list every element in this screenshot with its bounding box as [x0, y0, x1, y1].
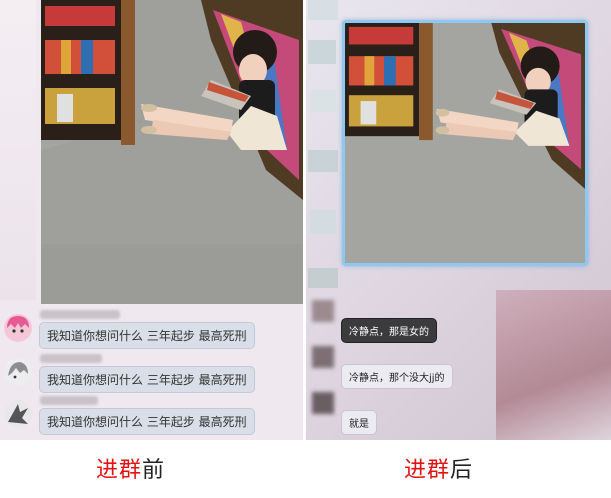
caption-red-text: 进群: [96, 458, 143, 483]
caption-black-text: 前: [142, 458, 166, 483]
message-bubble: 我知道你想问什么 三年起步 最高死刑: [39, 408, 255, 435]
chat-panel-before: 我知道你想问什么 三年起步 最高死刑 我知道你想问什么 三年起步 最高死刑 我知…: [0, 0, 303, 440]
anime-background-art: [496, 290, 611, 440]
caption-before: 进群前: [96, 452, 165, 484]
user-avatar[interactable]: [312, 392, 334, 414]
pixelated-sticker: [306, 0, 342, 440]
shared-photo[interactable]: [41, 0, 303, 304]
caption-red-text: 进群: [404, 458, 451, 483]
user-avatar[interactable]: [4, 358, 32, 386]
message-bubble: 冷静点，那是女的: [341, 318, 437, 343]
user-avatar[interactable]: [4, 400, 32, 428]
message-bubble: 就是: [341, 410, 377, 435]
bookstore-photo-image: [345, 23, 585, 263]
message-bubble: 我知道你想问什么 三年起步 最高死刑: [39, 322, 255, 349]
blurred-username: [40, 396, 98, 405]
blurred-username: [40, 354, 102, 363]
caption-after: 进群后: [404, 452, 473, 484]
shared-photo[interactable]: [342, 20, 588, 266]
bookstore-photo-image: [41, 0, 303, 304]
message-bubble: 我知道你想问什么 三年起步 最高死刑: [39, 366, 255, 393]
user-avatar[interactable]: [4, 314, 32, 342]
message-bubble: 冷静点，那个没大jj的: [341, 364, 453, 389]
chat-message: 我知道你想问什么 三年起步 最高死刑: [0, 310, 303, 350]
chat-message: 我知道你想问什么 三年起步 最高死刑: [0, 396, 303, 436]
user-avatar[interactable]: [312, 346, 334, 368]
chat-panel-after: 冷静点，那是女的 冷静点，那个没大jj的 就是: [306, 0, 611, 440]
user-avatar[interactable]: [312, 300, 334, 322]
blurred-username: [40, 310, 120, 319]
caption-black-text: 后: [450, 458, 474, 483]
chat-message: 我知道你想问什么 三年起步 最高死刑: [0, 354, 303, 394]
